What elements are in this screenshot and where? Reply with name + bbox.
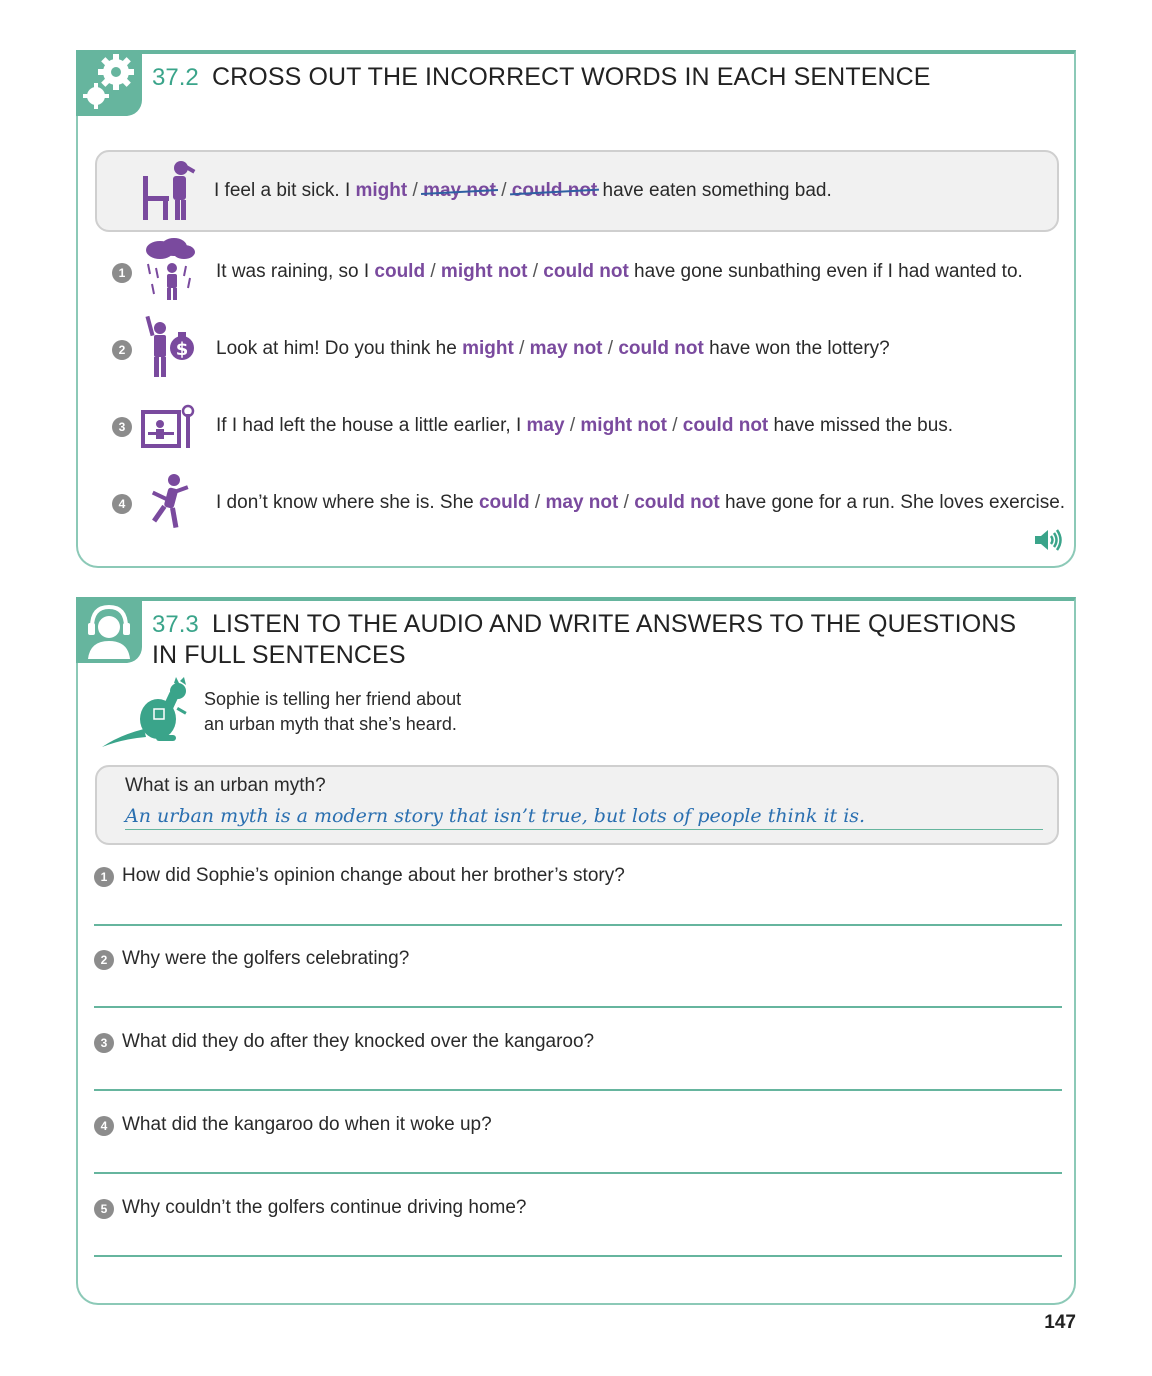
sentence-text: If I had left the house a little earlier… [216, 415, 527, 436]
answer-line[interactable] [94, 924, 1062, 926]
question-text: Why were the golfers celebrating? [122, 948, 410, 969]
question-text: What did they do after they knocked over… [122, 1031, 595, 1052]
separator: / [618, 492, 635, 513]
option-3[interactable]: could not [634, 492, 719, 513]
sick-person-icon [143, 161, 196, 220]
bus-stop-icon [141, 404, 195, 448]
example-box: I feel a bit sick. I might / may not / c… [95, 150, 1059, 232]
exercise-title-line-2: IN FULL SENTENCES [152, 641, 406, 669]
exercise-title-line-1: LISTEN TO THE AUDIO AND WRITE ANSWERS TO… [212, 610, 1017, 638]
separator: / [602, 338, 619, 359]
separator: / [527, 261, 544, 282]
item-number-badge: 3 [112, 417, 132, 437]
option-1[interactable]: could [374, 261, 425, 282]
page-number: 147 [1044, 1312, 1076, 1333]
sentence-text: It was raining, so I [216, 261, 375, 282]
separator: / [564, 415, 581, 436]
lottery-winner-icon: $ [145, 315, 194, 377]
item-sentence: I don’t know where she is. She could / m… [216, 492, 1065, 514]
svg-text:$: $ [176, 339, 189, 360]
option-1[interactable]: may [527, 415, 565, 436]
separator: / [529, 492, 546, 513]
item-sentence: It was raining, so I could / might not /… [216, 261, 1023, 283]
option-1[interactable]: might [462, 338, 514, 359]
item-number-badge: 2 [112, 340, 132, 360]
option-3[interactable]: could not [543, 261, 628, 282]
kangaroo-icon [102, 677, 187, 747]
exercise-number: 37.3 [152, 611, 199, 638]
runner-icon [151, 474, 189, 529]
answer-line [125, 829, 1043, 830]
example-answer: An urban myth is a modern story that isn… [125, 805, 866, 827]
separator: / [666, 415, 683, 436]
answer-line[interactable] [94, 1006, 1062, 1008]
intro-text-line-1: Sophie is telling her friend about [204, 689, 462, 709]
sentence-text: have gone sunbathing even if I had wante… [628, 261, 1023, 282]
answer-line[interactable] [94, 1172, 1062, 1174]
item-number-badge: 4 [112, 494, 132, 514]
answer-line[interactable] [94, 1255, 1062, 1257]
sentence-text: I feel a bit sick. I [214, 180, 356, 201]
question-text: Why couldn’t the golfers continue drivin… [122, 1197, 527, 1218]
question-number-badge: 5 [94, 1199, 114, 1219]
question-text: How did Sophie’s opinion change about he… [122, 865, 625, 886]
option-2[interactable]: might not [441, 261, 528, 282]
answer-line[interactable] [94, 1089, 1062, 1091]
exercise-37-3-panel: 37.3 LISTEN TO THE AUDIO AND WRITE ANSWE… [76, 597, 1076, 1305]
option-2[interactable]: may not [530, 338, 603, 359]
separator: / [407, 180, 424, 201]
exercise-number: 37.2 [152, 64, 199, 91]
option-correct[interactable]: might [356, 180, 408, 201]
option-1[interactable]: could [479, 492, 530, 513]
item-sentence: If I had left the house a little earlier… [216, 415, 953, 437]
gear-icon [83, 54, 134, 109]
option-3[interactable]: could not [683, 415, 768, 436]
item-number-badge: 1 [112, 263, 132, 283]
sentence-text: have won the lottery? [703, 338, 890, 359]
option-2[interactable]: may not [546, 492, 619, 513]
example-box: What is an urban myth? An urban myth is … [95, 765, 1059, 845]
speaker-icon[interactable] [1034, 528, 1064, 552]
option-3[interactable]: could not [618, 338, 703, 359]
sentence-text: have gone for a run. She loves exercise. [719, 492, 1066, 513]
question-number-badge: 3 [94, 1033, 114, 1053]
sentence-text: have missed the bus. [768, 415, 954, 436]
option-2[interactable]: might not [580, 415, 667, 436]
example-question: What is an urban myth? [125, 775, 326, 796]
headphones-icon [88, 604, 130, 659]
intro-text-line-2: an urban myth that she’s heard. [204, 714, 457, 734]
separator: / [495, 180, 512, 201]
option-crossed-out[interactable]: could not [512, 180, 597, 201]
exercise-37-2-panel: 37.2 CROSS OUT THE INCORRECT WORDS IN EA… [76, 50, 1076, 568]
question-text: What did the kangaroo do when it woke up… [122, 1114, 492, 1135]
item-sentence: Look at him! Do you think he might / may… [216, 338, 890, 360]
exercise-icon-tab [76, 597, 142, 663]
question-number-badge: 4 [94, 1116, 114, 1136]
option-crossed-out[interactable]: may not [423, 180, 496, 201]
sentence-text: Look at him! Do you think he [216, 338, 463, 359]
example-sentence: I feel a bit sick. I might / may not / c… [214, 180, 832, 202]
exercise-icon-tab [76, 50, 142, 116]
rain-cloud-person-icon [146, 238, 195, 300]
question-number-badge: 2 [94, 950, 114, 970]
sentence-text: have eaten something bad. [597, 180, 832, 201]
exercise-title: CROSS OUT THE INCORRECT WORDS IN EACH SE… [212, 63, 931, 91]
question-number-badge: 1 [94, 867, 114, 887]
separator: / [513, 338, 530, 359]
separator: / [425, 261, 441, 282]
sentence-text: I don’t know where she is. She [216, 492, 479, 513]
